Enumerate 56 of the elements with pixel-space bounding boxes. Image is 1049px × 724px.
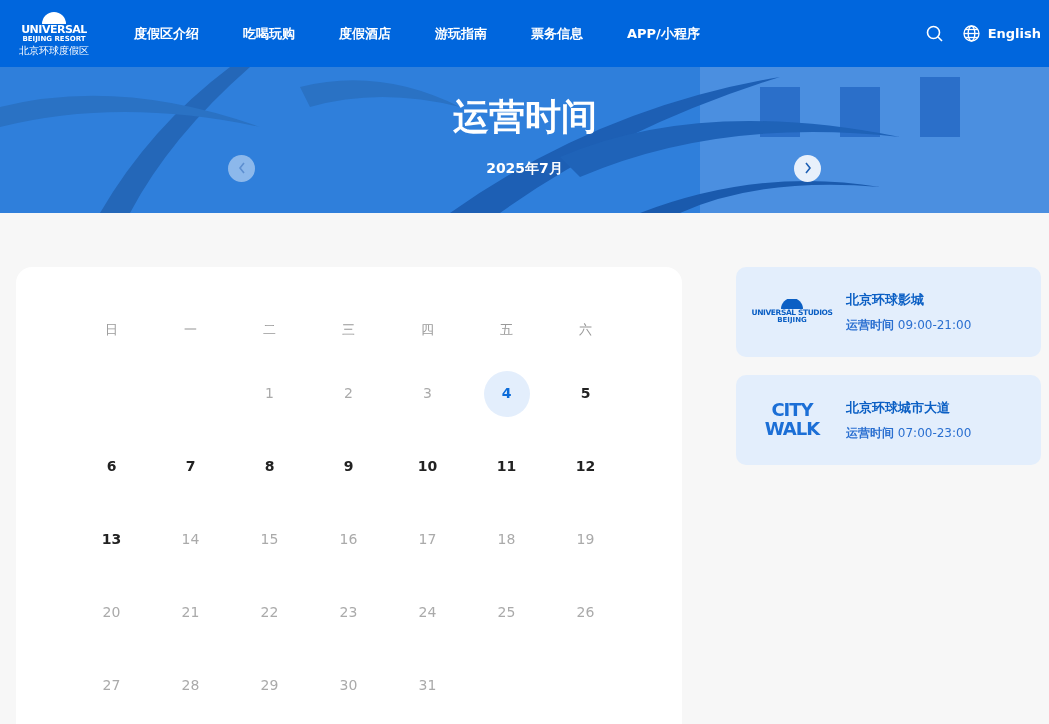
nav-link[interactable]: 度假区介绍 bbox=[134, 23, 199, 44]
weekday-label: 六 bbox=[578, 321, 593, 340]
calendar-day[interactable]: 4 bbox=[483, 370, 530, 417]
calendar-day[interactable]: 20 bbox=[88, 589, 135, 636]
weekday-label: 二 bbox=[262, 321, 277, 340]
nav-link[interactable]: APP/小程序 bbox=[627, 23, 700, 44]
calendar-day[interactable]: 11 bbox=[483, 443, 530, 490]
calendar-day[interactable]: 27 bbox=[88, 662, 135, 709]
weekday-label: 五 bbox=[499, 321, 514, 340]
calendar-day[interactable]: 31 bbox=[404, 662, 451, 709]
calendar-day[interactable]: 30 bbox=[325, 662, 372, 709]
calendar-day[interactable]: 8 bbox=[246, 443, 293, 490]
venue-name: 北京环球影城 bbox=[846, 291, 925, 310]
venue-name: 北京环球城市大道 bbox=[846, 399, 951, 418]
calendar-day[interactable]: 23 bbox=[325, 589, 372, 636]
language-link[interactable]: English bbox=[987, 23, 1041, 44]
calendar-day[interactable]: 21 bbox=[167, 589, 214, 636]
page-title: 运营时间 bbox=[452, 97, 597, 137]
opening-hours: 运营时间 07:00-23:00 bbox=[846, 424, 972, 442]
calendar-day[interactable]: 13 bbox=[88, 516, 135, 563]
calendar-day[interactable]: 25 bbox=[483, 589, 530, 636]
calendar-day[interactable]: 15 bbox=[246, 516, 293, 563]
calendar-day[interactable]: 6 bbox=[88, 443, 135, 490]
weekday-label: 四 bbox=[420, 321, 435, 340]
calendar-day[interactable]: 2 bbox=[325, 370, 372, 417]
calendar-day[interactable]: 18 bbox=[483, 516, 530, 563]
calendar-day[interactable]: 14 bbox=[167, 516, 214, 563]
calendar-day[interactable]: 28 bbox=[167, 662, 214, 709]
calendar-day[interactable]: 22 bbox=[246, 589, 293, 636]
nav-link[interactable]: 游玩指南 bbox=[435, 23, 487, 44]
opening-hours: 运营时间 09:00-21:00 bbox=[846, 316, 972, 334]
chevron-left-icon bbox=[237, 162, 246, 175]
calendar-day[interactable]: 10 bbox=[404, 443, 451, 490]
nav-link[interactable]: 票务信息 bbox=[531, 23, 583, 44]
calendar-day[interactable]: 29 bbox=[246, 662, 293, 709]
venue-logo: CITY WALK bbox=[763, 401, 822, 439]
calendar-day[interactable]: 7 bbox=[167, 443, 214, 490]
venue-card[interactable]: CITY WALK 北京环球城市大道 运营时间 07:00-23:00 bbox=[736, 375, 1041, 465]
nav-link[interactable]: 度假酒店 bbox=[339, 23, 391, 44]
search-icon[interactable] bbox=[925, 25, 943, 42]
calendar-day[interactable]: 9 bbox=[325, 443, 372, 490]
nav-link[interactable]: 吃喝玩购 bbox=[243, 23, 295, 44]
calendar-day[interactable]: 1 bbox=[246, 370, 293, 417]
globe-icon[interactable] bbox=[962, 25, 980, 42]
chevron-right-icon bbox=[803, 162, 812, 175]
calendar-day[interactable]: 5 bbox=[562, 370, 609, 417]
calendar-day[interactable]: 19 bbox=[562, 516, 609, 563]
calendar-day[interactable]: 26 bbox=[562, 589, 609, 636]
calendar-day[interactable]: 3 bbox=[404, 370, 451, 417]
calendar-day[interactable]: 24 bbox=[404, 589, 451, 636]
calendar-day[interactable]: 12 bbox=[562, 443, 609, 490]
calendar-day[interactable]: 16 bbox=[325, 516, 372, 563]
month-label: 2025年7月 bbox=[486, 158, 563, 178]
weekday-label: 三 bbox=[341, 321, 356, 340]
calendar-day[interactable]: 17 bbox=[404, 516, 451, 563]
weekday-label: 日 bbox=[104, 321, 119, 340]
